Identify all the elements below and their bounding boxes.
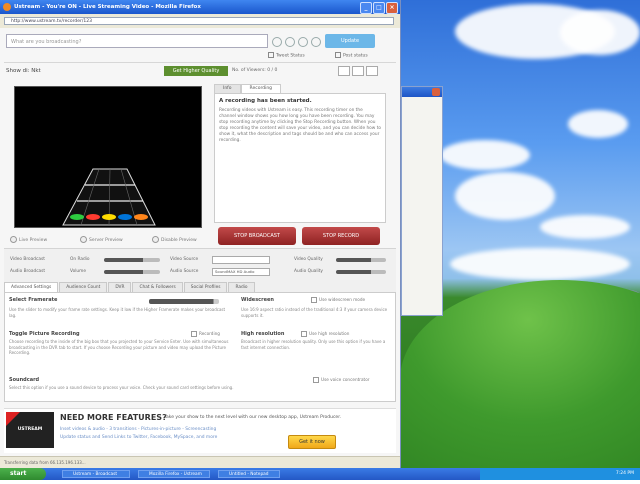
refresh-icon[interactable] — [298, 37, 308, 47]
audio-broadcast-toggle[interactable]: Audio Broadcast — [10, 269, 45, 274]
update-button[interactable]: Update — [325, 34, 375, 48]
info-tabs: Info Recording — [214, 84, 282, 93]
recording-panel: A recording has been started. Recording … — [214, 93, 386, 223]
settings-icon[interactable] — [311, 37, 321, 47]
navigation-bar: http://www.ustream.tv/recorder/123 — [0, 14, 400, 29]
taskbar: start Ustream - Broadcast Mozilla Firefo… — [0, 468, 640, 480]
fullscreen-icon[interactable] — [352, 66, 364, 76]
high-res-checkbox[interactable]: Use high resolution — [301, 331, 349, 337]
audio-quality-slider[interactable] — [336, 270, 386, 274]
audio-quality-label: Audio Quality — [294, 269, 323, 274]
video-preview — [14, 86, 202, 228]
promo-title: NEED MORE FEATURES? — [60, 413, 167, 422]
page-content: What are you broadcasting? Update Tweet … — [0, 28, 400, 468]
high-res-desc: Broadcast in higher resolution quality. … — [241, 339, 386, 350]
tab-advanced-settings[interactable]: Advanced Settings — [4, 282, 59, 292]
tab-audience-count[interactable]: Audience Count — [59, 282, 108, 292]
tab-info[interactable]: Info — [214, 84, 241, 93]
search-icons — [272, 37, 324, 49]
voice-concentrator-checkbox[interactable]: Use voice concentrator — [313, 377, 369, 383]
advanced-settings-panel: Select Framerate Use the slider to modif… — [4, 292, 396, 402]
hq-button[interactable]: Get Higher Quality — [164, 66, 228, 76]
start-button[interactable]: start — [0, 468, 46, 480]
disable-preview-radio[interactable]: Disable Preview — [152, 236, 197, 243]
widescreen-desc: Use 16:9 aspect ratio instead of the tra… — [241, 307, 388, 318]
recording-text: Recording videos with Ustream is easy. T… — [219, 108, 382, 143]
tab-chat[interactable]: Chat & Followers — [132, 282, 183, 292]
task-firefox[interactable]: Mozilla Firefox - Ustream — [138, 470, 210, 478]
post-checkbox[interactable]: Post status — [335, 52, 368, 59]
window-title: Ustream - You're ON - Live Streaming Vid… — [14, 4, 201, 10]
audio-source-select[interactable]: SoundMAX HD Audio — [212, 268, 270, 276]
firefox-icon — [3, 3, 11, 11]
framerate-desc: Use the slider to modify your frame rate… — [9, 307, 226, 318]
minimize-button[interactable]: _ — [360, 2, 372, 14]
layout-icon[interactable] — [338, 66, 350, 76]
recording-checkbox[interactable]: Recording — [191, 331, 220, 337]
help-icon[interactable] — [366, 66, 378, 76]
live-preview-radio[interactable]: Live Preview — [10, 236, 47, 243]
title-bar: Ustream - You're ON - Live Streaming Vid… — [0, 0, 400, 14]
stop-record-button[interactable]: STOP RECORD — [302, 227, 380, 245]
settings-tabs: Advanced Settings Audience Count DVR Chat &… — [4, 282, 256, 292]
tab-recording[interactable]: Recording — [240, 84, 282, 93]
picture-recording-block: Toggle Picture Recording Recording Choos… — [9, 331, 231, 356]
system-tray: 7:24 PM — [480, 468, 640, 480]
tweet-checkbox[interactable]: Tweet Status — [268, 52, 305, 59]
address-field[interactable]: http://www.ustream.tv/recorder/123 — [4, 17, 394, 25]
browser-window: Ustream - You're ON - Live Streaming Vid… — [0, 0, 401, 468]
on-radio-label: On Radio — [70, 257, 90, 262]
divider — [4, 62, 396, 63]
volume-slider[interactable] — [104, 270, 160, 274]
recording-heading: A recording has been started. — [219, 98, 312, 104]
audio-source-label: Audio Source — [170, 269, 199, 274]
widescreen-checkbox[interactable]: Use widescreen mode — [311, 297, 365, 303]
producer-logo: USTREAM PRODUCER — [6, 412, 54, 468]
promo-tagline: Take your show to the next level with ou… — [164, 415, 342, 420]
task-ustream[interactable]: Ustream - Broadcast — [62, 470, 130, 478]
close-icon[interactable] — [432, 88, 440, 96]
link-icon[interactable] — [272, 37, 282, 47]
on-radio-meter — [104, 258, 160, 262]
video-source-select[interactable] — [212, 256, 270, 264]
soundcard-block: Soundcard Use voice concentrator Select … — [9, 377, 391, 391]
high-res-block: High resolution Use high resolution Broa… — [241, 331, 391, 350]
server-preview-radio[interactable]: Server Preview — [80, 236, 123, 243]
view-toggle-icons — [338, 66, 380, 78]
video-broadcast-toggle[interactable]: Video Broadcast — [10, 257, 45, 262]
promo-banner: USTREAM PRODUCER NEED MORE FEATURES? Tak… — [4, 408, 396, 468]
tab-social[interactable]: Social Profiles — [183, 282, 228, 292]
background-window[interactable] — [401, 86, 443, 316]
soundcard-desc: Select this option if you use a sound de… — [9, 385, 234, 390]
video-source-label: Video Source — [170, 257, 199, 262]
picture-recording-desc: Choose recording to the inside of the bi… — [9, 339, 229, 355]
clock: 7:24 PM — [615, 471, 634, 476]
framerate-slider[interactable] — [149, 299, 219, 304]
guitar-track-graphic — [62, 168, 156, 226]
show-link[interactable]: Show di: Nkt — [6, 68, 41, 74]
tab-radio[interactable]: Radio — [228, 282, 255, 292]
close-button[interactable]: × — [386, 2, 398, 14]
viewer-count: No. of Viewers: 0 / 0 — [232, 68, 278, 73]
task-notepad[interactable]: Untitled - Notepad — [218, 470, 280, 478]
tab-dvr[interactable]: DVR — [108, 282, 132, 292]
status-bar: Transferring data from 66.135.196.133... — [0, 456, 400, 468]
maximize-button[interactable]: □ — [373, 2, 385, 14]
get-it-now-button[interactable]: Get it now — [288, 435, 336, 449]
promo-features-1: Inset videos & audio - 3 transitions - P… — [60, 427, 217, 432]
status-input[interactable]: What are you broadcasting? — [6, 34, 268, 48]
video-quality-slider[interactable] — [336, 258, 386, 262]
framerate-block: Select Framerate Use the slider to modif… — [9, 297, 231, 318]
widescreen-block: Widescreen Use widescreen mode Use 16:9 … — [241, 297, 391, 318]
stop-broadcast-button[interactable]: STOP BROADCAST — [218, 227, 296, 245]
camera-icon[interactable] — [285, 37, 295, 47]
video-quality-label: Video Quality — [294, 257, 323, 262]
promo-features-2: Update status and Send Links to Twitter,… — [60, 435, 218, 440]
volume-label: Volume — [70, 269, 86, 274]
